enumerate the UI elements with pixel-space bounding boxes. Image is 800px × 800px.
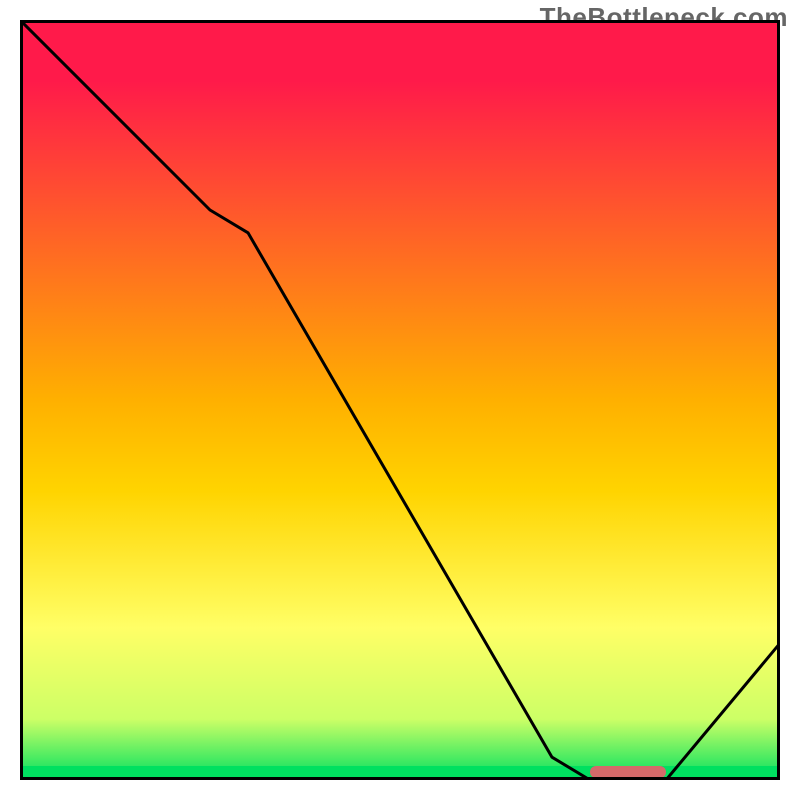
optimal-range-marker bbox=[590, 766, 666, 778]
chart-plot bbox=[20, 20, 780, 780]
chart-svg bbox=[20, 20, 780, 780]
chart-wrapper: TheBottleneck.com bbox=[0, 0, 800, 800]
